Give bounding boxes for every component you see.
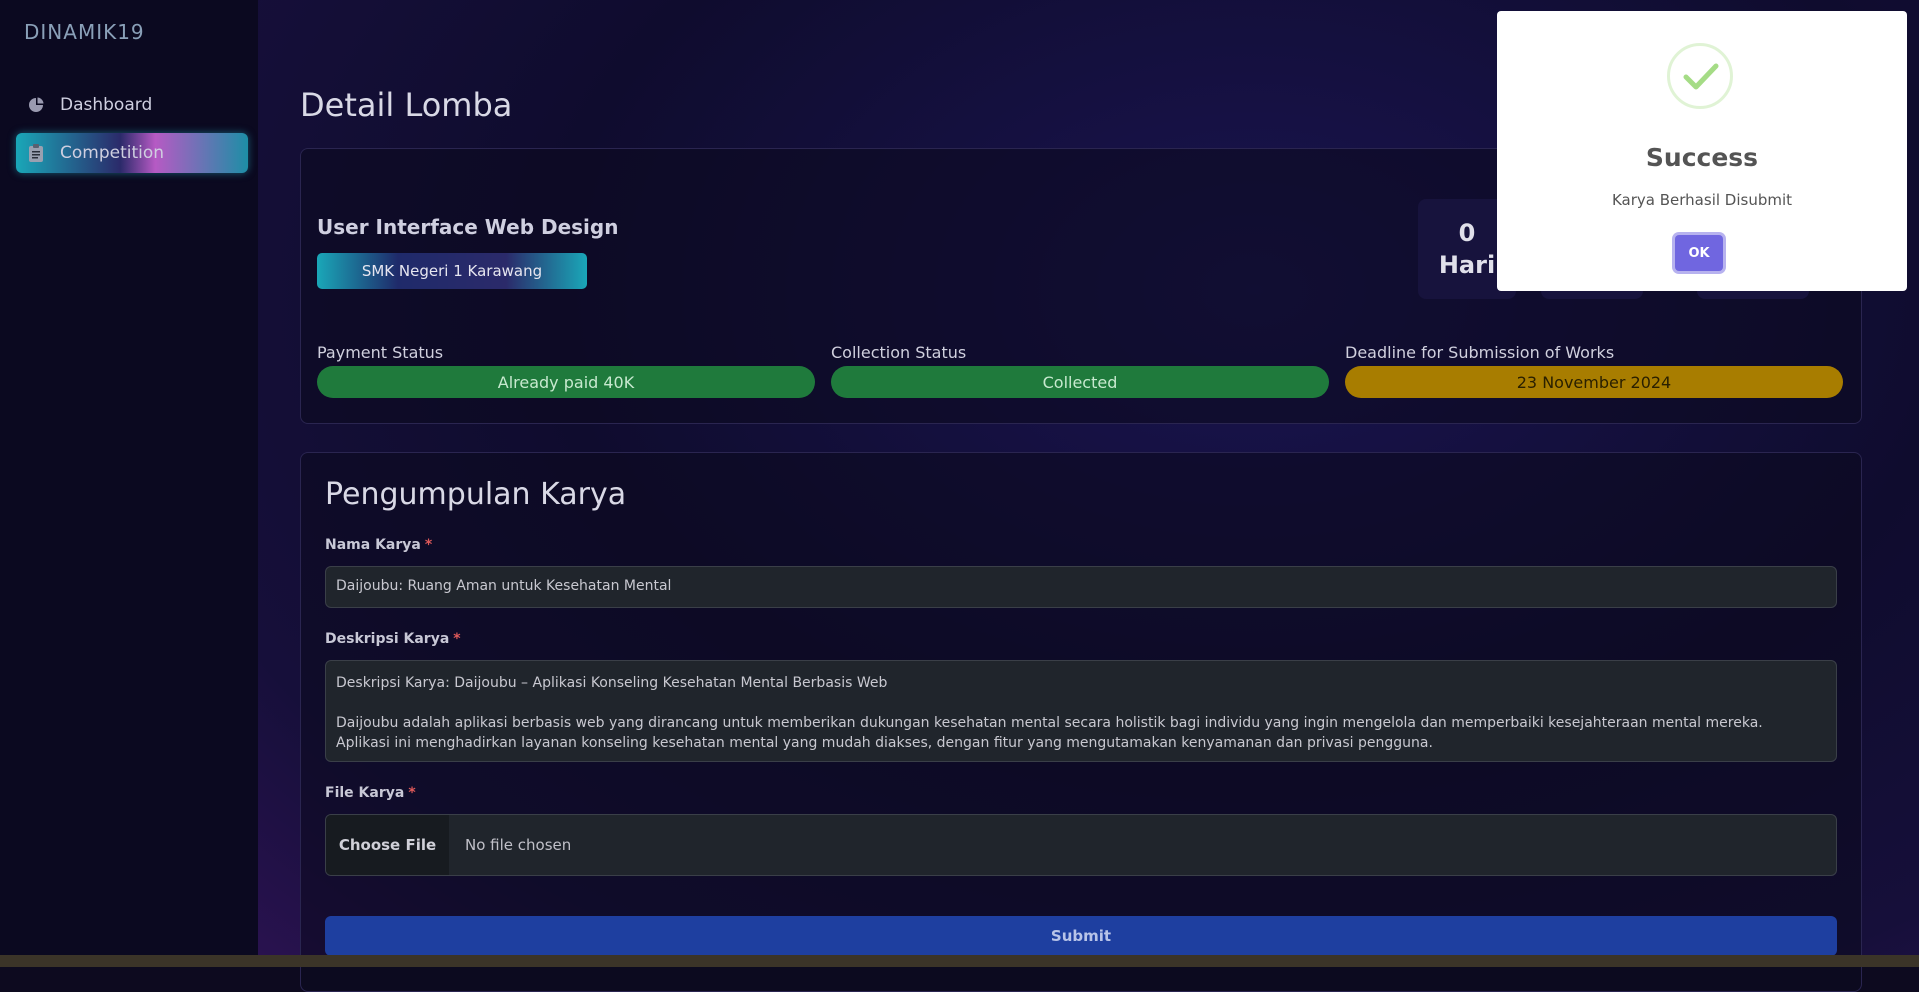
deadline-badge: 23 November 2024 (1345, 366, 1843, 398)
clipboard-icon (26, 143, 46, 163)
description-line: Daijoubu adalah aplikasi berbasis web ya… (336, 715, 1763, 731)
collection-status-label: Collection Status (831, 343, 967, 362)
competition-title: User Interface Web Design (317, 215, 619, 239)
choose-file-button[interactable]: Choose File (326, 815, 449, 875)
required-mark: * (453, 631, 461, 647)
required-mark: * (408, 785, 416, 801)
app-logo[interactable]: DINAMIK19 (24, 20, 145, 44)
file-label: File Karya * (325, 785, 416, 801)
taskbar (0, 955, 1919, 967)
required-mark: * (424, 537, 433, 553)
description-line: Aplikasi ini menghadirkan layanan konsel… (336, 735, 1433, 751)
ok-button[interactable]: OK (1675, 235, 1723, 271)
sidebar: DINAMIK19 Dashboard Competition (0, 0, 258, 967)
description-label: Deskripsi Karya * (325, 631, 461, 647)
pie-chart-icon (26, 95, 46, 115)
name-label: Nama Karya * (325, 537, 432, 553)
payment-status-badge: Already paid 40K (317, 366, 815, 398)
sidebar-item-label: Competition (60, 143, 165, 163)
success-modal: Success Karya Berhasil Disubmit OK (1497, 11, 1907, 291)
page-title: Detail Lomba (300, 86, 513, 124)
description-line: Deskripsi Karya: Daijoubu – Aplikasi Kon… (336, 675, 888, 691)
sidebar-item-dashboard[interactable]: Dashboard (16, 85, 248, 125)
payment-status: Payment Status Already paid 40K (317, 343, 815, 398)
section-title: Pengumpulan Karya (325, 477, 627, 512)
submission-card: Pengumpulan Karya Nama Karya * Daijoubu: … (300, 452, 1862, 992)
description-label-text: Deskripsi Karya (325, 631, 450, 647)
payment-status-label: Payment Status (317, 343, 444, 362)
school-badge: SMK Negeri 1 Karawang (317, 253, 587, 289)
modal-title: Success (1645, 143, 1759, 172)
modal-message: Karya Berhasil Disubmit (1611, 191, 1793, 209)
name-label-text: Nama Karya (325, 537, 421, 553)
deadline-status: Deadline for Submission of Works 23 Nove… (1345, 343, 1843, 398)
submit-button[interactable]: Submit (325, 916, 1837, 956)
file-status: No file chosen (465, 836, 572, 854)
collection-status: Collection Status Collected (831, 343, 1329, 398)
sidebar-item-competition[interactable]: Competition (16, 133, 248, 173)
sidebar-nav: Dashboard Competition (16, 85, 248, 181)
name-input[interactable]: Daijoubu: Ruang Aman untuk Kesehatan Men… (325, 566, 1837, 608)
check-icon (1667, 43, 1733, 109)
sidebar-item-label: Dashboard (60, 95, 153, 115)
collection-status-badge: Collected (831, 366, 1329, 398)
deadline-label: Deadline for Submission of Works (1345, 343, 1615, 362)
file-input[interactable]: Choose File No file chosen (325, 814, 1837, 876)
file-label-text: File Karya (325, 785, 405, 801)
description-textarea[interactable]: Deskripsi Karya: Daijoubu – Aplikasi Kon… (325, 660, 1837, 762)
